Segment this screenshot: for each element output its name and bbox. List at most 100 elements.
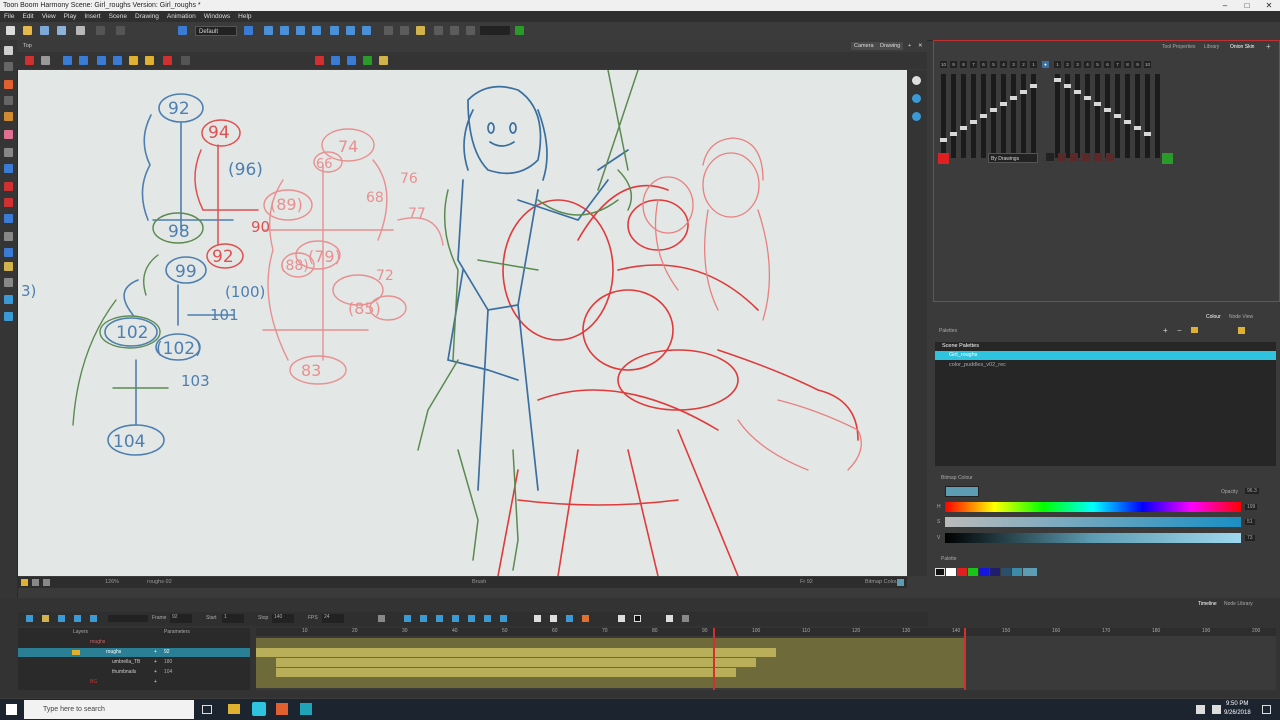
onion-num[interactable]: 7 [1114,61,1121,68]
tab-onion-skin[interactable]: Onion Skin [1230,44,1254,50]
bitmap-colour-swatch[interactable] [945,486,979,497]
save-all-icon[interactable] [57,26,66,35]
tab-tool-properties[interactable]: Tool Properties [1162,44,1195,50]
swatch[interactable] [946,568,956,576]
onion-num[interactable]: 9 [950,61,957,68]
onion-btn[interactable] [1082,153,1090,161]
frame-field[interactable]: 92 [170,614,192,623]
menu-view[interactable]: View [38,11,60,22]
grid-tool-icon[interactable] [4,278,13,287]
layer-row[interactable]: thumbnails 104 + [18,668,250,677]
cutter-tool-icon[interactable] [4,148,13,157]
minimize-icon[interactable]: – [1214,0,1236,11]
status-colour-swatch[interactable] [897,579,904,586]
open-icon[interactable] [23,26,32,35]
sound-icon[interactable] [58,615,65,622]
onion-num[interactable]: 10 [1144,61,1151,68]
tl-tool-icon[interactable] [550,615,557,622]
start-field[interactable]: 1 [222,614,244,623]
onion-num[interactable]: 6 [980,61,987,68]
tl-tool-icon[interactable] [634,615,641,622]
saturation-value[interactable]: 51 [1245,519,1255,525]
onion-before-colour[interactable] [938,153,949,164]
onion-slider[interactable] [990,74,997,158]
onion-slider[interactable] [1010,74,1017,158]
fit-icon[interactable] [79,56,88,65]
opacity-value[interactable]: 96.3 [1245,488,1259,494]
palette-lock-icon[interactable] [1238,327,1245,334]
onion-slider[interactable] [1084,74,1091,158]
swatch[interactable] [957,568,967,576]
palette-item[interactable]: color_puddles_v02_rec [935,361,1276,370]
flip-view-icon[interactable] [912,112,921,121]
timeline-frames[interactable]: 10 20 30 40 50 60 70 80 90 100 110 120 1… [256,628,1276,690]
onion-btn[interactable] [1046,153,1054,161]
prev-frame-icon[interactable] [74,615,81,622]
onion-slider[interactable] [1020,74,1027,158]
file-explorer-icon[interactable] [228,704,240,714]
menu-insert[interactable]: Insert [80,11,104,22]
tl-tool-icon[interactable] [436,615,443,622]
onion-num[interactable]: 1 [1054,61,1061,68]
tl-tool-icon[interactable] [582,615,589,622]
workspace-save-icon[interactable] [244,26,253,35]
palette-item[interactable]: Girl_roughs [935,351,1276,360]
clock-date[interactable]: 9/26/2018 [1224,710,1251,716]
onion-slider[interactable] [1094,74,1101,158]
frame-ruler[interactable]: 10 20 30 40 50 60 70 80 90 100 110 120 1… [256,628,1276,636]
flip-icon[interactable] [434,26,443,35]
onion-num[interactable]: 9 [1134,61,1141,68]
scene-end-marker[interactable] [964,628,966,690]
redo-icon[interactable] [116,26,125,35]
brush-tool-icon[interactable] [4,80,13,89]
clock-time[interactable]: 9:50 PM [1226,701,1248,707]
tl-tool-icon[interactable] [452,615,459,622]
onion-slider[interactable] [1134,74,1141,158]
pen-green-icon[interactable] [515,26,524,35]
render-icon[interactable] [178,26,187,35]
notifications-icon[interactable] [1262,705,1271,714]
maintain-size-icon[interactable] [362,26,371,35]
onion-btn[interactable] [1070,153,1078,161]
onion-slider[interactable] [1000,74,1007,158]
onion-icon[interactable] [145,56,154,65]
shape-tool-icon[interactable] [4,164,13,173]
line-icon[interactable] [181,56,190,65]
onion-num[interactable]: 5 [1094,61,1101,68]
onion-num[interactable]: 6 [1104,61,1111,68]
eraser-tool-icon[interactable] [4,112,13,121]
onion-slider[interactable] [940,74,947,158]
close-icon[interactable]: ✕ [1258,0,1280,11]
grid-icon[interactable] [63,56,72,65]
tl-tool-icon[interactable] [682,615,689,622]
tl-tool-icon[interactable] [378,615,385,622]
dropper-tool-icon[interactable] [4,214,13,223]
drawing-mode-icon[interactable] [25,56,34,65]
onion-num[interactable]: 3 [1074,61,1081,68]
tl-tool-icon[interactable] [566,615,573,622]
colour-icon[interactable] [163,56,172,65]
pencil-icon[interactable] [72,650,80,655]
onion-num[interactable]: 2 [1064,61,1071,68]
value-slider[interactable] [945,533,1241,543]
onion-num[interactable]: 5 [990,61,997,68]
pivot-tool-icon[interactable] [4,232,13,241]
lock-icon[interactable] [129,56,138,65]
pencil-tool-icon[interactable] [4,96,13,105]
mask-icon[interactable] [113,56,122,65]
cutter-icon[interactable] [384,26,393,35]
status-icon-3[interactable] [43,579,50,586]
menu-windows[interactable]: Windows [200,11,234,22]
hand-tool-icon[interactable] [4,295,13,304]
settings-icon[interactable] [41,56,50,65]
layer-cells[interactable] [276,658,756,667]
contour-tool-icon[interactable] [4,62,13,71]
remove-palette-icon[interactable]: − [1177,326,1182,335]
yellow-icon[interactable] [379,56,388,65]
tl-tool-icon[interactable] [500,615,507,622]
layer-cells[interactable] [276,668,736,677]
next-frame-icon[interactable] [90,615,97,622]
layer-row[interactable]: roughs [18,638,250,647]
tab-library[interactable]: Library [1204,44,1219,50]
layer-row[interactable]: BG + [18,678,250,687]
